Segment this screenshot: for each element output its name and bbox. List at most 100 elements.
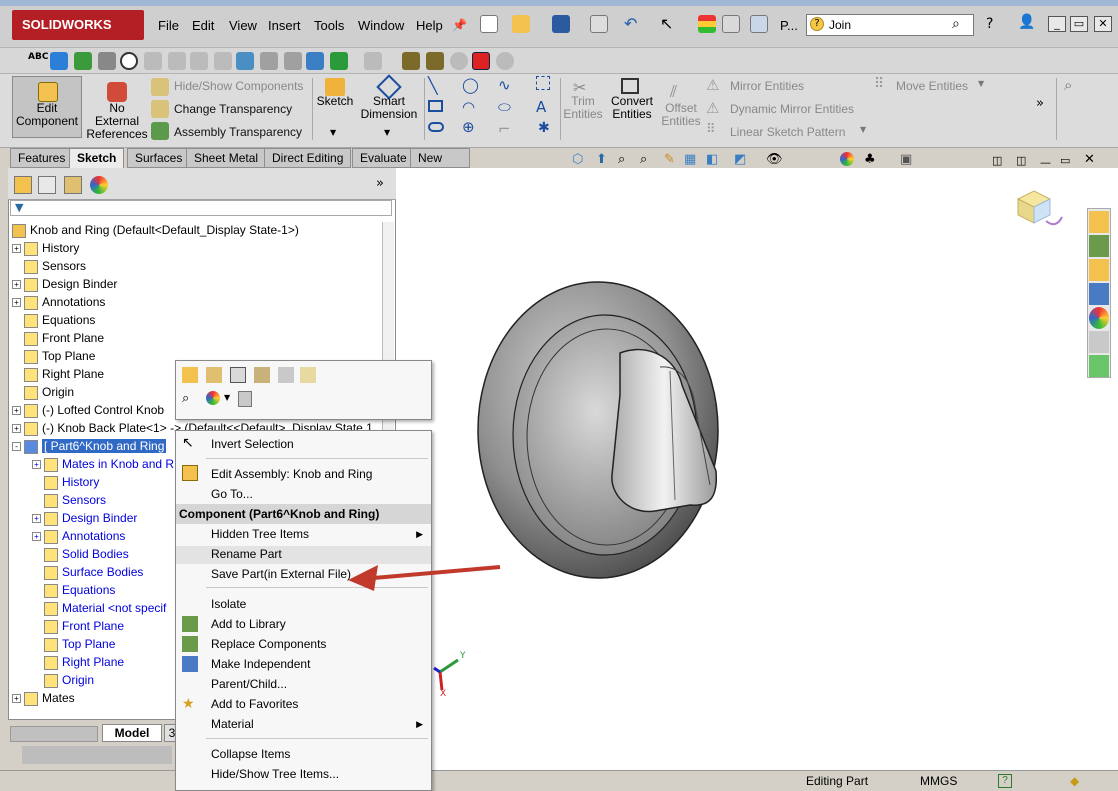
spline-icon[interactable]: ∿ — [498, 76, 511, 94]
smart-dimension-button[interactable]: Smart Dimension — [360, 95, 418, 121]
tree-subitem[interactable]: Equations — [32, 581, 115, 599]
menu-collapse-items[interactable]: Collapse Items — [211, 745, 290, 763]
zoom-search-icon[interactable]: ⌕ — [1064, 76, 1072, 94]
convert-entities-button[interactable]: Convert Entities — [608, 95, 656, 121]
table-icon[interactable] — [364, 52, 382, 70]
sketch-button[interactable]: Sketch — [314, 95, 356, 108]
expand-toggle-icon[interactable]: - — [12, 442, 21, 452]
tree-subitem[interactable]: + Annotations — [32, 527, 125, 545]
validate-icon[interactable] — [330, 52, 348, 70]
section-view-icon[interactable]: ▦ — [684, 152, 696, 167]
doc-minimize-icon[interactable]: — — [1040, 156, 1051, 169]
mirror-entities-button[interactable]: Mirror Entities — [730, 79, 804, 93]
circle-check-icon[interactable] — [450, 52, 468, 70]
menu-p-overflow[interactable]: P... — [780, 18, 798, 33]
appearance-dropdown-icon[interactable]: ▼ — [224, 393, 230, 402]
properties-icon[interactable] — [300, 367, 316, 383]
appearance-ctx-icon[interactable] — [206, 391, 220, 405]
menu-window[interactable]: Window — [358, 18, 404, 33]
design-library-icon[interactable] — [1089, 235, 1109, 257]
tree-item[interactable]: + History — [12, 239, 79, 257]
grid-icon[interactable] — [306, 52, 324, 70]
close-button[interactable]: ✕ — [1094, 16, 1112, 32]
tree-item[interactable]: - [ Part6^Knob and Ring — [12, 437, 167, 455]
options-icon[interactable] — [750, 15, 768, 33]
menu-go-to[interactable]: Go To... — [211, 485, 253, 503]
tree-subitem[interactable]: Sensors — [32, 491, 106, 509]
view-cube-icon[interactable] — [1010, 185, 1066, 237]
tree-subitem[interactable]: History — [32, 473, 99, 491]
tree-item[interactable]: Origin — [12, 383, 74, 401]
no-external-references-button[interactable]: No External References — [86, 102, 148, 141]
panel-expand-icon[interactable]: » — [376, 176, 384, 191]
forum-icon[interactable] — [1089, 355, 1109, 377]
restore-button[interactable]: ▭ — [1070, 16, 1088, 32]
split-icon[interactable] — [284, 52, 302, 70]
menu-add-to-library[interactable]: Add to Library — [211, 615, 286, 633]
expand-toggle-icon[interactable]: + — [12, 298, 21, 308]
menu-isolate[interactable]: Isolate — [211, 595, 246, 613]
pattern-dropdown-icon[interactable]: ▼ — [860, 125, 866, 134]
plane-icon[interactable] — [260, 52, 278, 70]
doc-close-icon[interactable]: ✕ — [1084, 152, 1095, 167]
tree-item[interactable]: + (-) Lofted Control Knob — [12, 401, 164, 419]
clock-icon[interactable] — [120, 52, 138, 70]
tile-icon[interactable]: ◫ — [992, 154, 1002, 167]
tab-new-tab[interactable]: New Tab — [410, 148, 470, 183]
display-style-icon[interactable]: ◩ — [734, 152, 746, 167]
feature-manager-tab-icon[interactable] — [14, 176, 32, 194]
file-properties-icon[interactable] — [722, 15, 740, 33]
sketch-settings-icon[interactable] — [426, 52, 444, 70]
help-icon[interactable]: ? — [986, 16, 993, 32]
appearances-icon[interactable] — [1089, 307, 1109, 329]
menu-add-to-favorites[interactable]: Add to Favorites — [211, 695, 298, 713]
scene-icon[interactable]: ♣ — [864, 152, 876, 167]
status-help-icon[interactable]: ? — [998, 774, 1012, 788]
configuration-manager-tab-icon[interactable] — [64, 176, 82, 194]
tab-model[interactable]: Model — [102, 724, 162, 742]
expand-toggle-icon[interactable]: + — [12, 424, 21, 434]
save-icon[interactable] — [552, 15, 570, 33]
tree-subitem[interactable]: Top Plane — [32, 635, 115, 653]
split-view-icon[interactable]: ◫ — [1016, 154, 1026, 167]
edit-part-icon[interactable] — [206, 367, 222, 383]
tree-subitem[interactable]: Front Plane — [32, 617, 124, 635]
print-icon[interactable] — [590, 15, 608, 33]
view-settings-icon[interactable]: ▣ — [900, 152, 912, 167]
expand-toggle-icon[interactable]: + — [32, 514, 41, 524]
menu-hide-show-tree-items[interactable]: Hide/Show Tree Items... — [211, 765, 339, 783]
check-list-icon[interactable] — [214, 52, 232, 70]
expand-toggle-icon[interactable]: + — [12, 280, 21, 290]
home-icon[interactable] — [1089, 211, 1109, 233]
property-manager-tab-icon[interactable] — [38, 176, 56, 194]
globe-icon[interactable] — [496, 52, 514, 70]
tab-direct-editing[interactable]: Direct Editing — [264, 148, 352, 168]
menu-tools[interactable]: Tools — [314, 18, 344, 33]
slot-icon[interactable] — [428, 122, 444, 132]
component-properties-icon[interactable] — [230, 367, 246, 383]
text-icon[interactable]: A — [536, 98, 546, 116]
dynamic-mirror-entities-button[interactable]: Dynamic Mirror Entities — [730, 102, 854, 116]
move-dropdown-icon[interactable]: ▼ — [978, 79, 984, 88]
tree-item[interactable]: Top Plane — [12, 347, 95, 365]
note-icon[interactable] — [50, 52, 68, 70]
tree-item[interactable]: Equations — [12, 311, 95, 329]
tree-filter-bar[interactable]: ▼ — [10, 200, 392, 216]
tab-surfaces[interactable]: Surfaces — [127, 148, 191, 168]
tag-icon[interactable]: ◆ — [1070, 774, 1079, 788]
previous-view-icon[interactable]: ✎ — [664, 152, 675, 167]
offset-entities-button[interactable]: Offset Entities — [658, 102, 704, 128]
expand-toggle-icon[interactable]: + — [12, 406, 21, 416]
zoom-to-selection-icon[interactable]: ⌕ — [182, 391, 189, 406]
trim-entities-button[interactable]: Trim Entities — [562, 95, 604, 121]
tree-subitem[interactable]: + Design Binder — [32, 509, 137, 527]
move-entities-button[interactable]: Move Entities — [896, 79, 968, 93]
open-folder-icon[interactable] — [512, 15, 530, 33]
pan-icon[interactable]: ⬆ — [596, 152, 607, 167]
view-palette-icon[interactable] — [1089, 283, 1109, 305]
sketch-dropdown-icon[interactable]: ▼ — [330, 128, 336, 137]
new-document-icon[interactable] — [480, 15, 498, 33]
user-icon[interactable]: 👤 — [1018, 14, 1035, 30]
tree-item[interactable]: Right Plane — [12, 365, 104, 383]
menu-material[interactable]: Material — [211, 715, 426, 733]
